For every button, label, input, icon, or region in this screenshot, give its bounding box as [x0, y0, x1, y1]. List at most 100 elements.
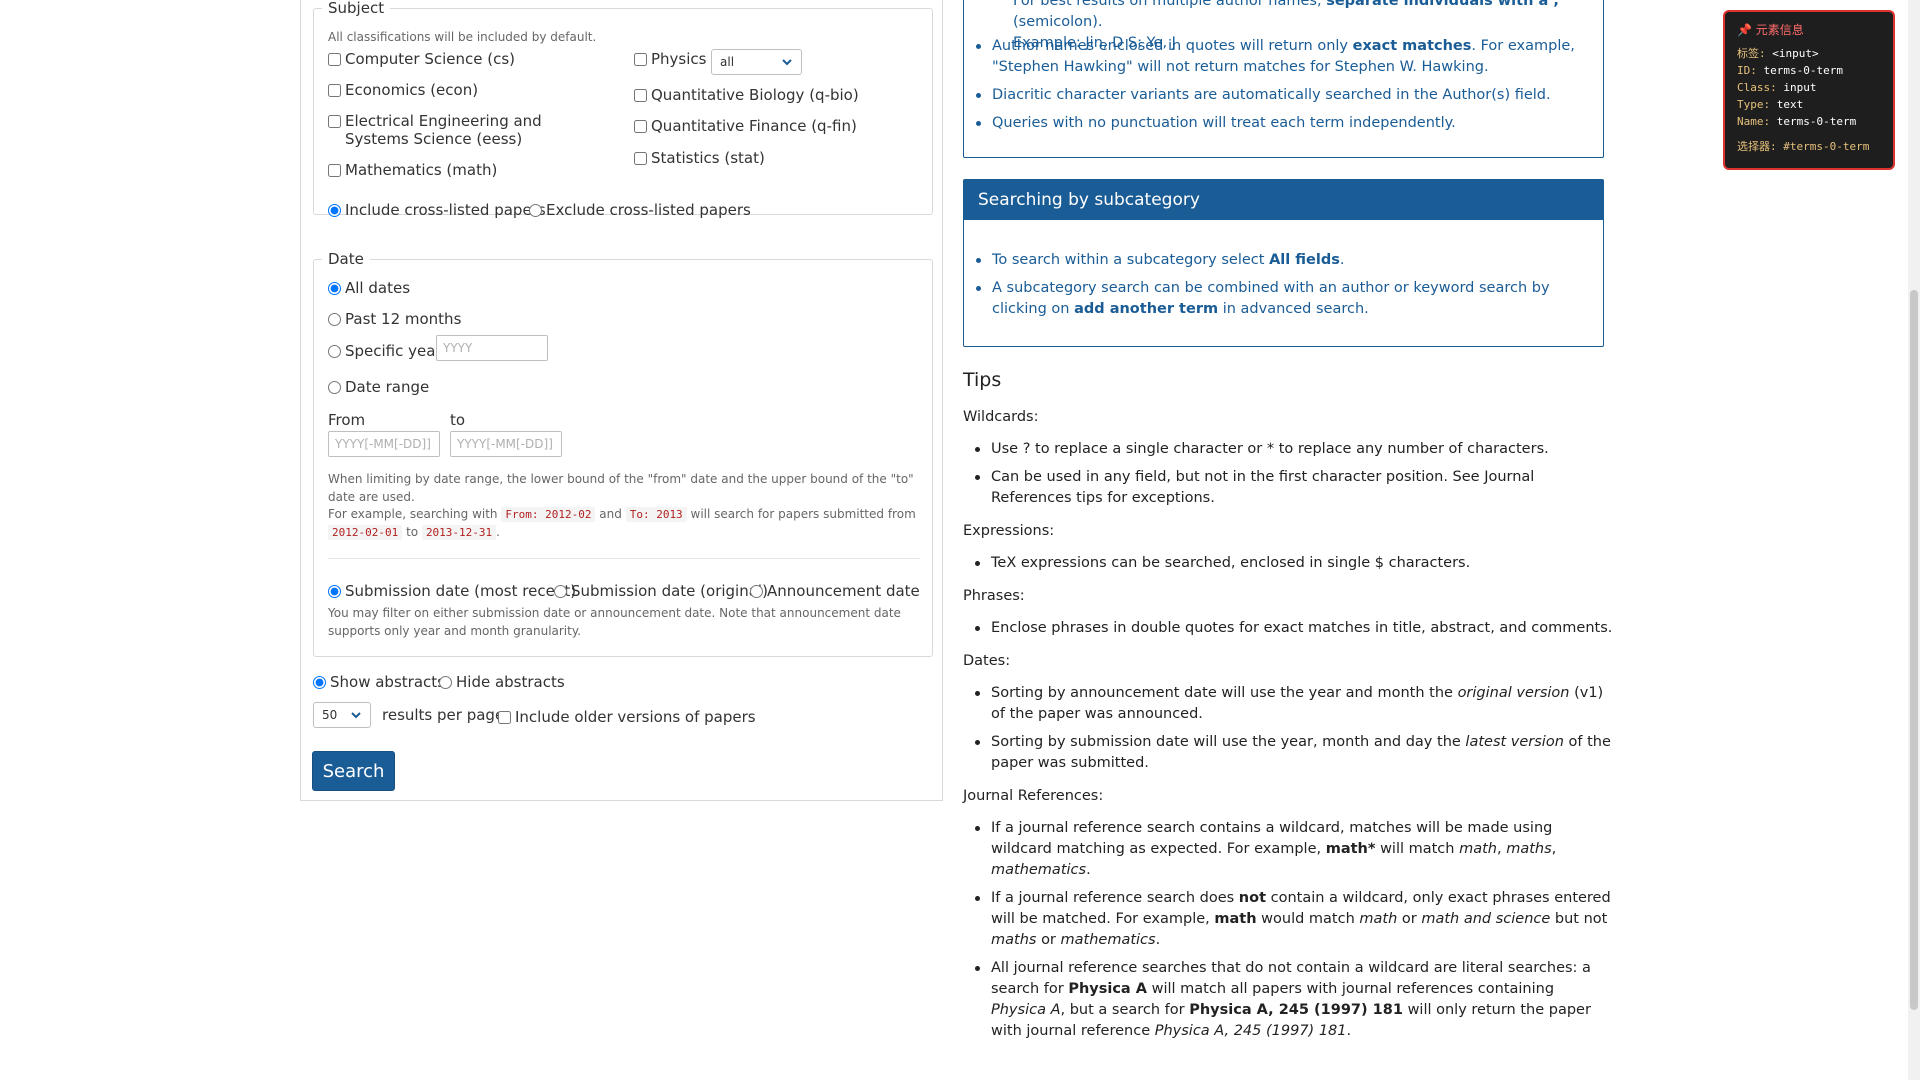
physics-select-value: all [720, 55, 735, 69]
checkbox-math[interactable] [328, 164, 341, 177]
date-type-hint: You may filter on either submission date… [328, 606, 901, 638]
radio-announcement-date[interactable] [750, 585, 763, 598]
element-info-title: 📌 元素信息 [1737, 23, 1804, 37]
radio-past-12-months[interactable] [328, 313, 341, 326]
checkbox-physics[interactable] [634, 53, 647, 66]
list-item: If a journal reference search does not c… [963, 888, 1613, 951]
page-scrollbar[interactable] [1908, 0, 1920, 1080]
tips-phrases-list: Enclose phrases in double quotes for exa… [963, 618, 1613, 646]
radio-exclude-cross-listed[interactable] [529, 204, 542, 217]
subcategory-help-list: To search within a subcategory select Al… [964, 250, 1589, 320]
label-include-cross-listed: Include cross-listed papers [345, 201, 546, 219]
label-submission-most-recent: Submission date (most recent) [345, 582, 577, 600]
element-info-selector: 选择器: #terms-0-term [1737, 140, 1870, 153]
radio-all-dates[interactable] [328, 282, 341, 295]
radio-date-range[interactable] [328, 381, 341, 394]
checkbox-stat[interactable] [634, 152, 647, 165]
date-legend: Date [322, 250, 370, 268]
label-stat: Statistics (stat) [651, 149, 765, 167]
tips-expressions-heading: Expressions: [963, 523, 1055, 539]
subcategory-help-title: Searching by subcategory [964, 180, 1603, 220]
element-info-name: Name: terms-0-term [1737, 115, 1857, 128]
subject-fieldset: Subject All classifications will be incl… [313, 0, 933, 219]
chevron-down-icon [782, 59, 792, 66]
scrollbar-thumb[interactable] [1910, 290, 1918, 1010]
date-range-note-1: When limiting by date range, the lower b… [328, 472, 914, 504]
search-button[interactable]: Search [312, 751, 395, 791]
label-cs: Computer Science (cs) [345, 50, 516, 68]
label-past-12-months: Past 12 months [345, 310, 462, 328]
subcategory-help-box: Searching by subcategory To search withi… [963, 179, 1604, 347]
list-item: Enclose phrases in double quotes for exa… [963, 618, 1613, 639]
list-item: Author names enclosed in quotes will ret… [964, 36, 1594, 78]
label-all-dates: All dates [345, 279, 411, 297]
tips-expressions-list: TeX expressions can be searched, enclose… [963, 553, 1613, 581]
tips-wildcards-heading: Wildcards: [963, 409, 1039, 425]
checkbox-qbio[interactable] [634, 89, 647, 102]
list-item: To search within a subcategory select Al… [964, 250, 1589, 271]
tips-dates-heading: Dates: [963, 653, 1011, 669]
label-econ: Economics (econ) [345, 81, 479, 99]
specific-year-input[interactable] [436, 335, 548, 361]
subject-legend: Subject [322, 0, 391, 17]
label-qbio: Quantitative Biology (q-bio) [651, 86, 859, 104]
label-exclude-cross-listed: Exclude cross-listed papers [546, 201, 751, 219]
element-info-id: ID: terms-0-term [1737, 64, 1843, 77]
list-item: TeX expressions can be searched, enclose… [963, 553, 1613, 574]
code-end-date: 2013-12-31 [421, 524, 497, 540]
label-specific-year: Specific year [345, 342, 442, 360]
label-older-versions: Include older versions of papers [515, 708, 756, 726]
label-date-range: Date range [345, 378, 430, 396]
author-help-box: For best results on multiple author name… [963, 0, 1604, 158]
date-to-input[interactable] [450, 431, 562, 457]
element-info-tag: 标签: <input> [1737, 47, 1819, 60]
list-item: All journal reference searches that do n… [963, 958, 1613, 1042]
label-announcement-date: Announcement date [767, 582, 920, 600]
results-per-page-value: 50 [322, 708, 338, 722]
tips-journal-heading: Journal References: [963, 788, 1104, 804]
pin-icon: 📌 [1737, 23, 1752, 37]
date-from-input[interactable] [328, 431, 440, 457]
label-show-abstracts: Show abstracts [330, 673, 445, 691]
list-item: Sorting by submission date will use the … [963, 732, 1613, 774]
subject-hint: All classifications will be included by … [328, 30, 597, 44]
label-math: Mathematics (math) [345, 161, 498, 179]
label-submission-original: Submission date (original) [571, 582, 768, 600]
radio-submission-original[interactable] [554, 585, 567, 598]
chevron-down-icon [351, 712, 361, 719]
physics-archive-select[interactable]: all [711, 49, 802, 75]
tips-dates-list: Sorting by announcement date will use th… [963, 683, 1613, 781]
checkbox-econ[interactable] [328, 84, 341, 97]
checkbox-cs[interactable] [328, 53, 341, 66]
code-start-date: 2012-02-01 [328, 524, 403, 540]
label-eess: Electrical Engineering and Systems Scien… [345, 112, 542, 148]
checkbox-qfin[interactable] [634, 120, 647, 133]
list-item: Sorting by announcement date will use th… [963, 683, 1613, 725]
element-info-tooltip: 📌 元素信息 标签: <input> ID: terms-0-term Clas… [1723, 10, 1895, 170]
advanced-search-form: Subject All classifications will be incl… [300, 0, 943, 801]
list-item: A subcategory search can be combined wit… [964, 278, 1589, 320]
code-to-example: To: 2013 [625, 507, 687, 522]
results-per-page-select[interactable]: 50 [313, 702, 371, 728]
date-range-note: When limiting by date range, the lower b… [328, 472, 916, 540]
label-hide-abstracts: Hide abstracts [456, 673, 565, 691]
radio-submission-most-recent[interactable] [328, 585, 341, 598]
tips-phrases-heading: Phrases: [963, 588, 1025, 604]
radio-include-cross-listed[interactable] [328, 204, 341, 217]
radio-specific-year[interactable] [328, 345, 341, 358]
list-item: Can be used in any field, but not in the… [963, 467, 1613, 509]
radio-show-abstracts[interactable] [313, 676, 326, 689]
checkbox-eess[interactable] [328, 115, 341, 128]
radio-hide-abstracts[interactable] [439, 676, 452, 689]
tips-title: Tips [963, 369, 1002, 391]
label-qfin: Quantitative Finance (q-fin) [651, 117, 857, 135]
list-item: Diacritic character variants are automat… [964, 85, 1594, 106]
date-divider [328, 558, 920, 559]
checkbox-older-versions[interactable] [498, 711, 511, 724]
tips-journal-list: If a journal reference search contains a… [963, 818, 1613, 1049]
list-item: If a journal reference search contains a… [963, 818, 1613, 881]
to-label: to [450, 411, 466, 429]
author-help-list: Author names enclosed in quotes will ret… [964, 36, 1594, 134]
tips-wildcards-list: Use ? to replace a single character or *… [963, 439, 1613, 516]
element-info-type: Type: text [1737, 98, 1804, 111]
